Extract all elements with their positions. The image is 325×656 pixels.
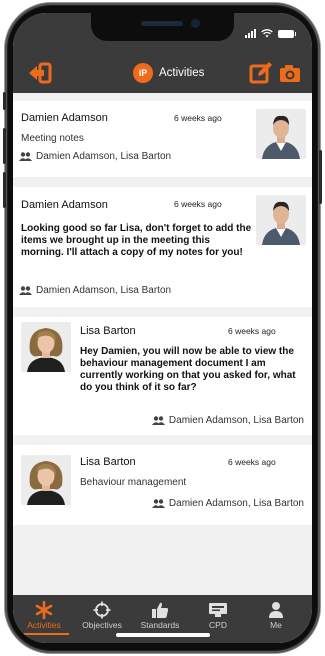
card-text: Hey Damien, you will now be able to view… xyxy=(80,346,296,393)
card-time: 6 weeks ago xyxy=(228,326,276,336)
volume-up-button xyxy=(3,128,6,164)
woman-avatar xyxy=(21,322,71,372)
group-icon xyxy=(19,152,32,161)
activity-card[interactable]: Damien Adamson 6 weeks ago Meeting notes… xyxy=(13,101,312,177)
wifi-icon xyxy=(261,29,273,38)
home-indicator[interactable] xyxy=(116,633,210,637)
power-button xyxy=(319,150,322,204)
group-icon xyxy=(151,416,165,425)
group-icon xyxy=(19,286,32,295)
page-title: Activities xyxy=(159,67,205,79)
card-author: Damien Adamson xyxy=(21,112,108,124)
card-time: 6 weeks ago xyxy=(174,113,222,123)
card-time: 6 weeks ago xyxy=(174,199,222,209)
exit-arrow-icon[interactable] xyxy=(27,61,53,85)
activity-card[interactable]: Lisa Barton 6 weeks ago Hey Damien, you … xyxy=(13,317,312,435)
tab-me[interactable]: Me xyxy=(247,595,305,643)
woman-avatar xyxy=(21,455,71,505)
activity-feed[interactable]: Damien Adamson 6 weeks ago Meeting notes… xyxy=(13,93,312,593)
front-camera xyxy=(191,19,200,28)
tab-label: Standards xyxy=(140,620,180,630)
card-author: Lisa Barton xyxy=(80,325,136,337)
card-author: Lisa Barton xyxy=(80,456,136,468)
card-time: 6 weeks ago xyxy=(228,457,276,467)
tab-activities[interactable]: Activities xyxy=(15,595,73,643)
card-members: Damien Adamson, Lisa Barton xyxy=(19,285,171,296)
edit-note-icon[interactable] xyxy=(249,61,273,85)
activity-card[interactable]: Lisa Barton 6 weeks ago Behaviour manage… xyxy=(13,445,312,525)
card-text: Looking good so far Lisa, don't forget t… xyxy=(21,223,252,258)
group-icon xyxy=(151,499,165,508)
app-brand: iP Activities xyxy=(133,63,204,83)
tab-label: Me xyxy=(270,620,282,630)
phone-screen: iP Activities Damien Adamson 6 weeks ago… xyxy=(13,13,312,643)
card-members: Damien Adamson, Lisa Barton xyxy=(151,498,304,509)
card-members-text: Damien Adamson, Lisa Barton xyxy=(168,498,304,509)
tab-label: CPD xyxy=(209,620,227,630)
card-text: Behaviour management xyxy=(80,477,187,488)
card-members-text: Damien Adamson, Lisa Barton xyxy=(36,285,172,296)
card-text: Meeting notes xyxy=(21,133,84,144)
man-avatar xyxy=(256,195,306,245)
thumbs-up-icon xyxy=(150,601,170,619)
speaker-grille xyxy=(141,21,183,26)
app-header: iP Activities xyxy=(13,53,312,93)
card-members-text: Damien Adamson, Lisa Barton xyxy=(168,415,304,426)
card-members: Damien Adamson, Lisa Barton xyxy=(19,151,171,162)
card-author: Damien Adamson xyxy=(21,199,108,211)
tab-label: Activities xyxy=(27,620,61,630)
silent-switch xyxy=(3,92,6,110)
app-logo: iP xyxy=(133,63,153,83)
target-icon xyxy=(92,601,112,619)
battery-icon xyxy=(278,29,296,38)
activity-card[interactable]: Damien Adamson 6 weeks ago Looking good … xyxy=(13,187,312,307)
card-members: Damien Adamson, Lisa Barton xyxy=(151,415,304,426)
man-avatar xyxy=(256,109,306,159)
person-icon xyxy=(266,601,286,619)
tab-label: Objectives xyxy=(82,620,122,630)
camera-icon[interactable] xyxy=(279,62,301,84)
certificate-icon xyxy=(208,601,228,619)
card-members-text: Damien Adamson, Lisa Barton xyxy=(36,151,172,162)
signal-icon xyxy=(245,29,256,38)
volume-down-button xyxy=(3,172,6,208)
status-icons xyxy=(245,29,296,38)
asterisk-icon xyxy=(34,601,54,619)
notch xyxy=(91,13,234,41)
